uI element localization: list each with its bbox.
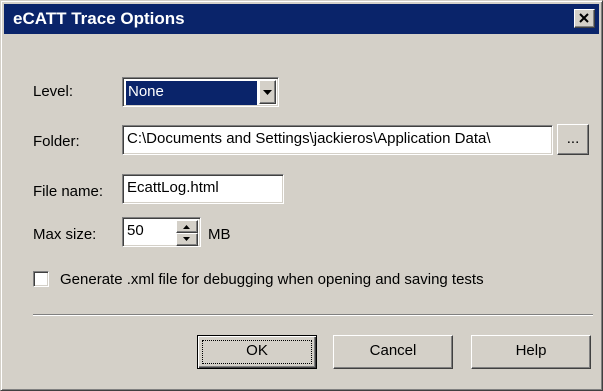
dropdown-arrow-icon <box>263 90 272 95</box>
folder-label: Folder: <box>33 133 80 150</box>
folder-value: C:\Documents and Settings\jackieros\Appl… <box>127 130 491 147</box>
maxsize-label: Max size: <box>33 226 97 243</box>
dialog-window: eCATT Trace Options Level: None Folder: … <box>0 0 603 391</box>
window-title: eCATT Trace Options <box>13 9 185 28</box>
cancel-button[interactable]: Cancel <box>333 335 453 369</box>
maxsize-unit: MB <box>208 226 231 243</box>
level-dropdown-button[interactable] <box>259 80 276 104</box>
maxsize-spinner[interactable]: 50 <box>122 217 201 247</box>
spin-up-button[interactable] <box>176 220 198 233</box>
level-value-text: None <box>128 83 164 100</box>
help-button-label: Help <box>515 342 547 359</box>
cancel-button-label: Cancel <box>369 342 417 359</box>
filename-input[interactable]: EcattLog.html <box>122 174 284 204</box>
filename-label: File name: <box>33 183 104 200</box>
help-button[interactable]: Help <box>471 335 591 369</box>
spin-down-icon <box>183 237 190 241</box>
title-bar[interactable]: eCATT Trace Options <box>4 4 599 34</box>
maxsize-value: 50 <box>127 222 144 239</box>
folder-input[interactable]: C:\Documents and Settings\jackieros\Appl… <box>122 125 553 155</box>
focus-rect <box>202 340 312 364</box>
close-icon <box>579 13 589 23</box>
filename-value: EcattLog.html <box>127 179 219 196</box>
close-button[interactable] <box>574 9 595 28</box>
debug-xml-checkbox[interactable] <box>33 271 49 287</box>
spin-down-button[interactable] <box>176 233 198 246</box>
debug-xml-checkbox-label[interactable]: Generate .xml file for debugging when op… <box>60 271 484 288</box>
spin-up-icon <box>183 225 190 229</box>
ok-button[interactable]: OK <box>197 335 317 369</box>
separator <box>33 314 593 316</box>
browse-folder-button[interactable]: ... <box>557 124 589 155</box>
level-label: Level: <box>33 83 74 100</box>
level-select[interactable]: None <box>122 77 279 107</box>
level-selected-value: None <box>126 81 257 105</box>
browse-folder-label: ... <box>566 130 580 147</box>
